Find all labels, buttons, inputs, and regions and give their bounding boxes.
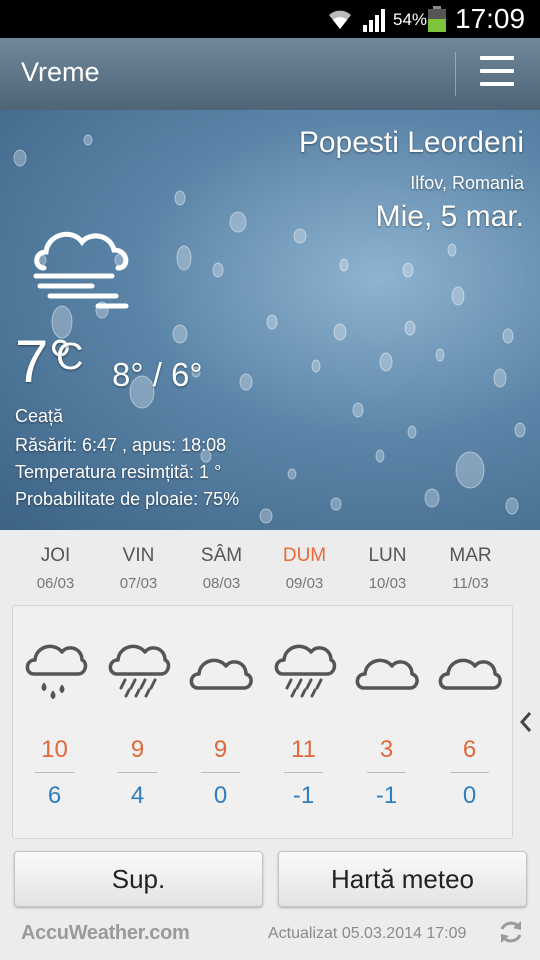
- forecast-day-headers: JOI 06/03 VIN 07/03 SÂM 08/03 DUM 09/03 …: [12, 530, 512, 604]
- low-temp: 4: [130, 782, 145, 809]
- high-temp: 9: [130, 736, 145, 763]
- location-region: Ilfov, Romania: [410, 173, 524, 193]
- forecast-day[interactable]: DUM 09/03: [263, 530, 346, 592]
- low-temp: -1: [375, 782, 398, 809]
- temp-separator: [201, 772, 240, 773]
- temperature-unit: C: [56, 336, 84, 378]
- cloud-icon: [355, 658, 419, 690]
- temp-separator: [118, 772, 157, 773]
- forecast-column[interactable]: 3 -1: [345, 606, 428, 838]
- day-date: 08/03: [202, 575, 241, 592]
- location-city[interactable]: Popesti Leordeni: [299, 126, 524, 160]
- low-temp: -1: [292, 782, 315, 809]
- low-temp: 0: [213, 782, 228, 809]
- high-temp: 9: [213, 736, 228, 763]
- day-date: 10/03: [368, 575, 407, 592]
- day-name: DUM: [282, 545, 327, 566]
- forecast-column[interactable]: 9 4: [96, 606, 179, 838]
- battery-percent: 54%: [393, 10, 428, 29]
- temp-separator: [35, 772, 74, 773]
- forecast-panel: 10 6 9 4 9 0 11 -1 3 -1 6 0: [12, 605, 513, 839]
- day-date: 09/03: [285, 575, 324, 592]
- status-bar: 54% 17:09: [0, 0, 540, 38]
- day-name: MAR: [449, 545, 492, 566]
- sunrise-sunset: Răsărit: 6:47 , apus: 18:08: [15, 435, 227, 455]
- cloud-showers-icon: [274, 644, 337, 698]
- high-low-temperature: 8° / 6°: [112, 356, 203, 393]
- weather-map-button[interactable]: Hartă meteo: [278, 851, 527, 907]
- rain-probability: Probabilitate de ploaie: 75%: [15, 489, 240, 509]
- current-date: Mie, 5 mar.: [375, 200, 524, 233]
- forecast-day[interactable]: LUN 10/03: [346, 530, 429, 592]
- menu-icon[interactable]: [480, 56, 514, 90]
- day-name: VIN: [122, 545, 155, 566]
- forecast-day[interactable]: SÂM 08/03: [180, 530, 263, 592]
- current-weather-panel: Popesti Leordeni Ilfov, Romania Mie, 5 m…: [0, 110, 540, 530]
- forecast-column[interactable]: 6 0: [428, 606, 511, 838]
- low-temp: 6: [47, 782, 62, 809]
- refresh-icon[interactable]: [497, 918, 525, 946]
- day-date: 11/03: [452, 575, 489, 592]
- app-bar-divider: [455, 52, 456, 96]
- app-bar: Vreme: [0, 38, 540, 111]
- day-date: 07/03: [119, 575, 158, 592]
- high-temp: 6: [462, 736, 477, 763]
- fog-cloud-icon: [33, 231, 129, 309]
- forecast-column[interactable]: 11 -1: [262, 606, 345, 838]
- weather-description: Ceață: [15, 406, 64, 426]
- day-name: SÂM: [200, 545, 243, 566]
- day-date: 06/03: [36, 575, 75, 592]
- accuweather-logo[interactable]: AccuWeather.com: [21, 922, 190, 945]
- chevron-left-icon[interactable]: [518, 710, 534, 734]
- high-temp: 11: [291, 736, 316, 763]
- temp-separator: [367, 772, 406, 773]
- forecast-day[interactable]: JOI 06/03: [14, 530, 97, 592]
- low-temp: 0: [462, 782, 477, 809]
- temp-separator: [450, 772, 489, 773]
- forecast-day[interactable]: MAR 11/03: [429, 530, 512, 592]
- forecast-column[interactable]: 9 0: [179, 606, 262, 838]
- day-name: JOI: [40, 545, 71, 566]
- battery-icon: [428, 6, 446, 32]
- cloud-rain-drops-icon: [25, 644, 88, 700]
- day-name: LUN: [368, 545, 407, 566]
- clock: 17:09: [455, 3, 526, 34]
- signal-icon: [363, 9, 385, 32]
- high-temp: 10: [41, 736, 68, 763]
- temp-separator: [284, 772, 323, 773]
- sup-button[interactable]: Sup.: [14, 851, 263, 907]
- cloud-icon: [189, 658, 253, 690]
- cloud-icon: [438, 658, 502, 690]
- forecast-column[interactable]: 10 6: [13, 606, 96, 838]
- feels-like: Temperatura resimțită: 1 °: [15, 462, 222, 482]
- app-title: Vreme: [21, 57, 100, 87]
- last-updated: Actualizat 05.03.2014 17:09: [268, 925, 467, 942]
- forecast-day[interactable]: VIN 07/03: [97, 530, 180, 592]
- cloud-showers-icon: [108, 644, 171, 698]
- wifi-icon: [329, 10, 351, 29]
- high-temp: 3: [379, 736, 394, 763]
